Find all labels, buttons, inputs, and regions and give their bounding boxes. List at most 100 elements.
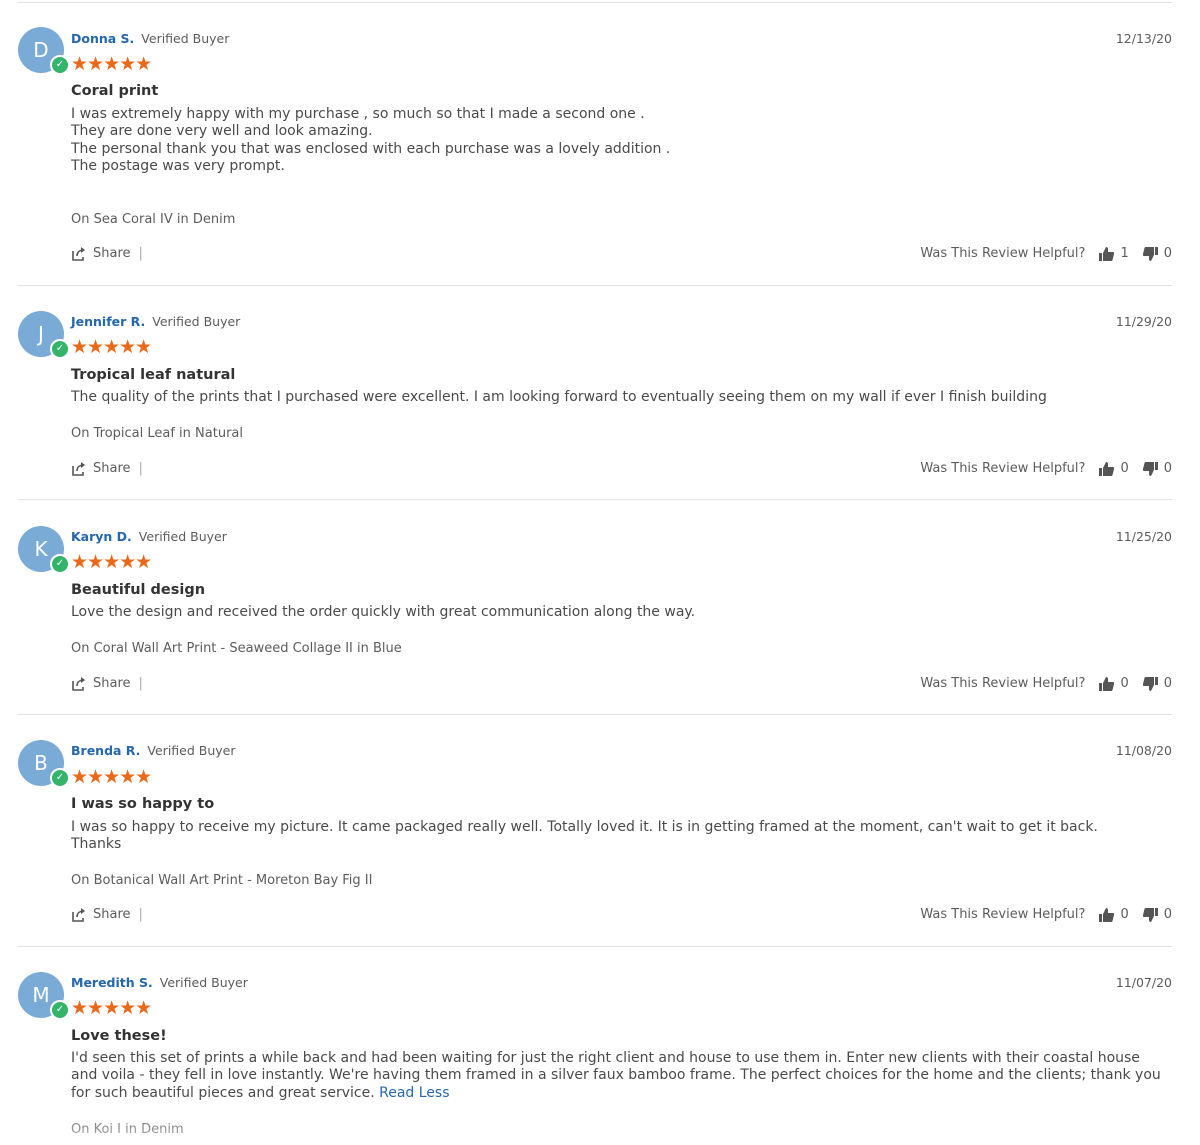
star-rating: ★★★★★	[71, 997, 152, 1019]
share-icon	[72, 461, 85, 476]
thumbs-up-button[interactable]: 1	[1099, 246, 1129, 261]
verified-label: Verified Buyer	[147, 743, 236, 758]
helpful-question: Was This Review Helpful?	[920, 246, 1086, 261]
product-reference: On Sea Coral IV in Denim	[71, 212, 236, 227]
thumbs-down-icon	[1142, 246, 1158, 261]
review-body-line: Thanks	[71, 836, 122, 853]
thumbs-down-button[interactable]: 0	[1142, 907, 1172, 922]
helpful-question: Was This Review Helpful?	[920, 676, 1086, 691]
thumbs-down-button[interactable]: 0	[1142, 246, 1172, 261]
thumbs-up-button[interactable]: 0	[1099, 907, 1129, 922]
review-body-line: They are done very well and look amazing…	[71, 123, 373, 140]
review-title: Tropical leaf natural	[71, 367, 236, 383]
review-date: 12/13/20	[1115, 31, 1172, 46]
review-body-text: I'd seen this set of prints a while back…	[71, 1050, 1161, 1101]
review-body-line: The postage was very prompt.	[71, 157, 285, 174]
review-body: Love the design and received the order q…	[71, 604, 1170, 621]
helpful-question: Was This Review Helpful?	[920, 461, 1086, 476]
verified-label: Verified Buyer	[141, 31, 230, 46]
share-button[interactable]: Share |	[71, 246, 143, 261]
review-title: Love these!	[71, 1028, 167, 1044]
thumbs-up-count: 1	[1120, 246, 1129, 261]
verified-label: Verified Buyer	[152, 314, 241, 329]
review-body-line: I was extremely happy with my purchase ,…	[71, 106, 645, 122]
review-date: 11/25/20	[1115, 529, 1172, 544]
review-divider	[18, 285, 1172, 286]
top-divider	[18, 2, 1172, 3]
thumbs-down-count: 0	[1163, 461, 1172, 476]
product-reference: On Botanical Wall Art Print - Moreton Ba…	[71, 873, 373, 888]
thumbs-up-icon	[1099, 907, 1115, 922]
verified-check-icon: ✓	[50, 554, 70, 574]
thumbs-down-icon	[1142, 461, 1158, 476]
helpful-votes: Was This Review Helpful? 0 0	[920, 461, 1172, 476]
share-button[interactable]: Share |	[71, 676, 143, 691]
share-label: Share	[93, 461, 131, 476]
thumbs-down-button[interactable]: 0	[1142, 676, 1172, 691]
thumbs-down-count: 0	[1163, 907, 1172, 922]
review-title: Beautiful design	[71, 582, 206, 598]
thumbs-up-icon	[1099, 676, 1115, 691]
separator: |	[138, 246, 143, 261]
verified-check-icon: ✓	[50, 768, 70, 788]
review-date: 11/08/20	[1115, 743, 1172, 758]
thumbs-down-count: 0	[1163, 246, 1172, 261]
review-divider	[18, 714, 1172, 715]
review-divider	[18, 499, 1172, 500]
thumbs-up-button[interactable]: 0	[1099, 461, 1129, 476]
review-date: 11/29/20	[1115, 314, 1172, 329]
helpful-votes: Was This Review Helpful? 1 0	[920, 246, 1172, 261]
share-button[interactable]: Share |	[71, 907, 143, 922]
share-icon	[72, 676, 85, 691]
verified-label: Verified Buyer	[159, 975, 248, 990]
review-body: I was extremely happy with my purchase ,…	[71, 106, 1170, 175]
review-body-line: I was so happy to receive my picture. It…	[71, 819, 1098, 835]
separator: |	[138, 907, 143, 922]
thumbs-up-button[interactable]: 0	[1099, 676, 1129, 691]
review-divider	[18, 946, 1172, 947]
thumbs-down-button[interactable]: 0	[1142, 461, 1172, 476]
separator: |	[138, 676, 143, 691]
reviewer-name[interactable]: Meredith S.	[71, 975, 153, 990]
star-rating: ★★★★★	[71, 551, 152, 573]
reviewer-name[interactable]: Karyn D.	[71, 529, 132, 544]
thumbs-down-icon	[1142, 676, 1158, 691]
helpful-votes: Was This Review Helpful? 0 0	[920, 676, 1172, 691]
reviewer-name[interactable]: Brenda R.	[71, 743, 140, 758]
verified-check-icon: ✓	[50, 1000, 70, 1020]
read-less-link[interactable]: Read Less	[379, 1085, 449, 1101]
reviewer-name[interactable]: Jennifer R.	[71, 314, 145, 329]
verified-check-icon: ✓	[50, 55, 70, 75]
share-label: Share	[93, 246, 131, 261]
reviewer-name[interactable]: Donna S.	[71, 31, 134, 46]
star-rating: ★★★★★	[71, 336, 152, 358]
product-reference: On Koi I in Denim	[71, 1122, 184, 1137]
thumbs-up-icon	[1099, 461, 1115, 476]
verified-check-icon: ✓	[50, 339, 70, 359]
review-body: I was so happy to receive my picture. It…	[71, 819, 1170, 854]
review-title: Coral print	[71, 83, 159, 99]
review-body: The quality of the prints that I purchas…	[71, 389, 1170, 406]
share-icon	[72, 907, 85, 922]
review-title: I was so happy to	[71, 796, 215, 812]
review-date: 11/07/20	[1115, 975, 1172, 990]
share-icon	[72, 246, 85, 261]
share-button[interactable]: Share |	[71, 461, 143, 476]
product-reference: On Tropical Leaf in Natural	[71, 426, 243, 441]
thumbs-down-icon	[1142, 907, 1158, 922]
star-rating: ★★★★★	[71, 53, 152, 75]
helpful-question: Was This Review Helpful?	[920, 907, 1086, 922]
product-reference: On Coral Wall Art Print - Seaweed Collag…	[71, 641, 402, 656]
review-body-line: Love the design and received the order q…	[71, 604, 696, 620]
review-body: I'd seen this set of prints a while back…	[71, 1050, 1170, 1102]
share-label: Share	[93, 907, 131, 922]
star-rating: ★★★★★	[71, 766, 152, 788]
review-body-line: The quality of the prints that I purchas…	[71, 389, 1047, 405]
separator: |	[138, 461, 143, 476]
thumbs-up-count: 0	[1120, 676, 1129, 691]
thumbs-up-count: 0	[1120, 461, 1129, 476]
review-body-paragraph: I'd seen this set of prints a while back…	[71, 1050, 1170, 1102]
thumbs-up-count: 0	[1120, 907, 1129, 922]
share-label: Share	[93, 676, 131, 691]
thumbs-down-count: 0	[1163, 676, 1172, 691]
